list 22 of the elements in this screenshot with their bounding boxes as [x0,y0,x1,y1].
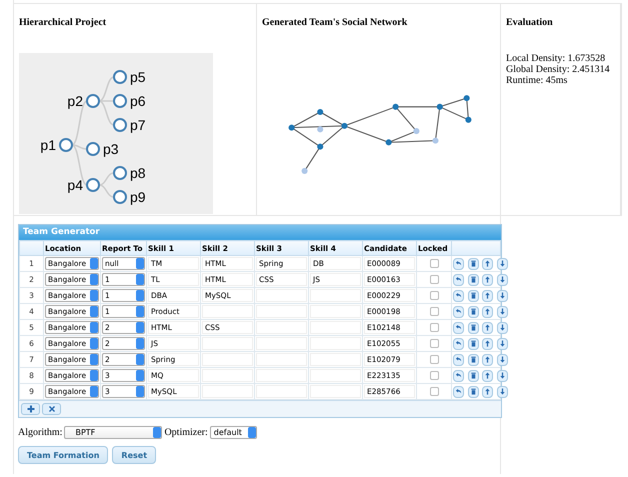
node-label: p6 [130,93,146,109]
node-label: p5 [130,69,146,85]
optimizer-select[interactable]: default [210,426,257,439]
node-label: p4 [67,177,83,193]
algorithm-label: Algorithm: [18,427,62,438]
evaluation-metric: Runtime: 45ms [506,75,568,86]
algorithm-select[interactable]: BPTF [64,426,162,439]
table-title: Team Generator [19,225,501,240]
panel-title: Generated Team's Social Network [262,17,408,30]
optimizer-label: Optimizer: [164,427,208,438]
panel-title: Hierarchical Project [19,17,108,30]
action-button[interactable]: Reset [112,446,156,464]
node-label: p2 [67,93,83,109]
node-label: p1 [40,137,56,153]
node-label: p7 [130,117,146,133]
node-label: p3 [103,141,119,157]
action-button[interactable]: Team Formation [18,446,108,464]
node-label: p9 [130,189,146,205]
evaluation-metric: Local Density: 1.673528 [506,53,606,64]
panel-title: Evaluation [506,17,554,30]
evaluation-metric: Global Density: 2.451314 [506,64,611,75]
node-label: p8 [130,165,146,181]
